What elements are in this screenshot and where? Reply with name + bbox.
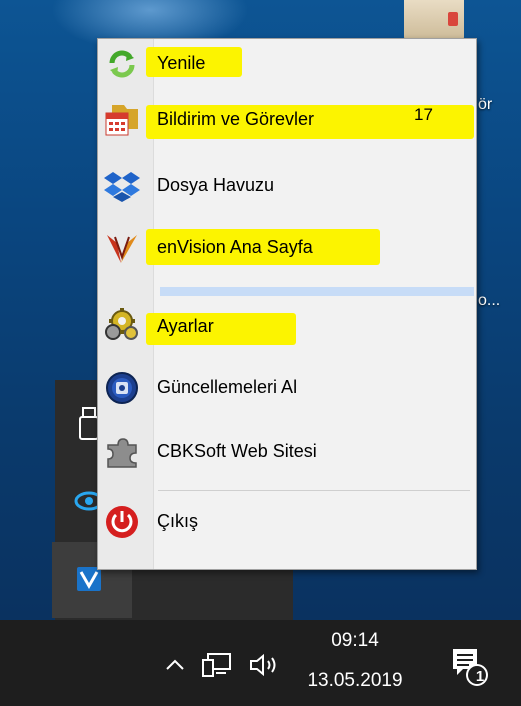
menu-item-envision-ana-sayfa[interactable]: enVision Ana Sayfa	[98, 225, 476, 271]
tray-context-menu: Yenile Bildirim ve Görevler 17 Dosya Hav…	[97, 38, 477, 570]
update-disc-icon	[104, 371, 140, 405]
menu-item-label: CBKSoft Web Sitesi	[157, 441, 317, 461]
menu-item-label: Bildirim ve Görevler	[157, 109, 315, 129]
power-icon	[104, 505, 140, 539]
desktop-file-icon[interactable]	[404, 0, 464, 40]
menu-item-label: Çıkış	[157, 511, 199, 531]
menu-item-dosya-havuzu[interactable]: Dosya Havuzu	[98, 163, 476, 209]
puzzle-piece-icon	[104, 435, 140, 469]
notification-count-badge: 17	[414, 105, 433, 124]
menu-item-cbksoft-web-sitesi[interactable]: CBKSoft Web Sitesi	[98, 429, 476, 475]
menu-item-label: enVision Ana Sayfa	[157, 237, 313, 257]
chevron-up-icon[interactable]	[160, 650, 190, 680]
menu-item-label: Ayarlar	[157, 316, 214, 336]
settings-gear-icon	[104, 307, 140, 341]
action-center-icon[interactable]: 1	[446, 642, 492, 692]
menu-separator	[158, 490, 470, 491]
refresh-icon	[104, 47, 140, 81]
menu-item-ayarlar[interactable]: Ayarlar	[98, 301, 476, 347]
desktop-label-fragment: o...	[478, 292, 501, 309]
menu-item-label: Güncellemeleri Al	[157, 377, 298, 397]
menu-item-label: Yenile	[157, 53, 206, 73]
envision-logo-icon	[104, 231, 140, 265]
menu-item-yenile[interactable]: Yenile	[98, 41, 476, 87]
dropbox-box-icon	[104, 169, 140, 203]
notification-count: 1	[475, 668, 485, 685]
menu-separator-bar	[160, 287, 474, 296]
clock-date: 13.05.2019	[307, 670, 403, 691]
volume-icon[interactable]	[245, 648, 285, 682]
clock-time: 09:14	[331, 630, 379, 651]
calendar-folder-icon	[104, 103, 140, 137]
network-icon[interactable]	[200, 648, 234, 682]
menu-item-cikis[interactable]: Çıkış	[98, 499, 476, 545]
menu-item-bildirim-ve-gorevler[interactable]: Bildirim ve Görevler 17	[98, 97, 476, 143]
menu-item-guncellemeleri-al[interactable]: Güncellemeleri Al	[98, 365, 476, 411]
taskbar-clock[interactable]: 09:14 13.05.2019	[300, 628, 410, 694]
desktop-label-fragment: ör	[478, 96, 493, 113]
menu-item-label: Dosya Havuzu	[157, 175, 275, 195]
